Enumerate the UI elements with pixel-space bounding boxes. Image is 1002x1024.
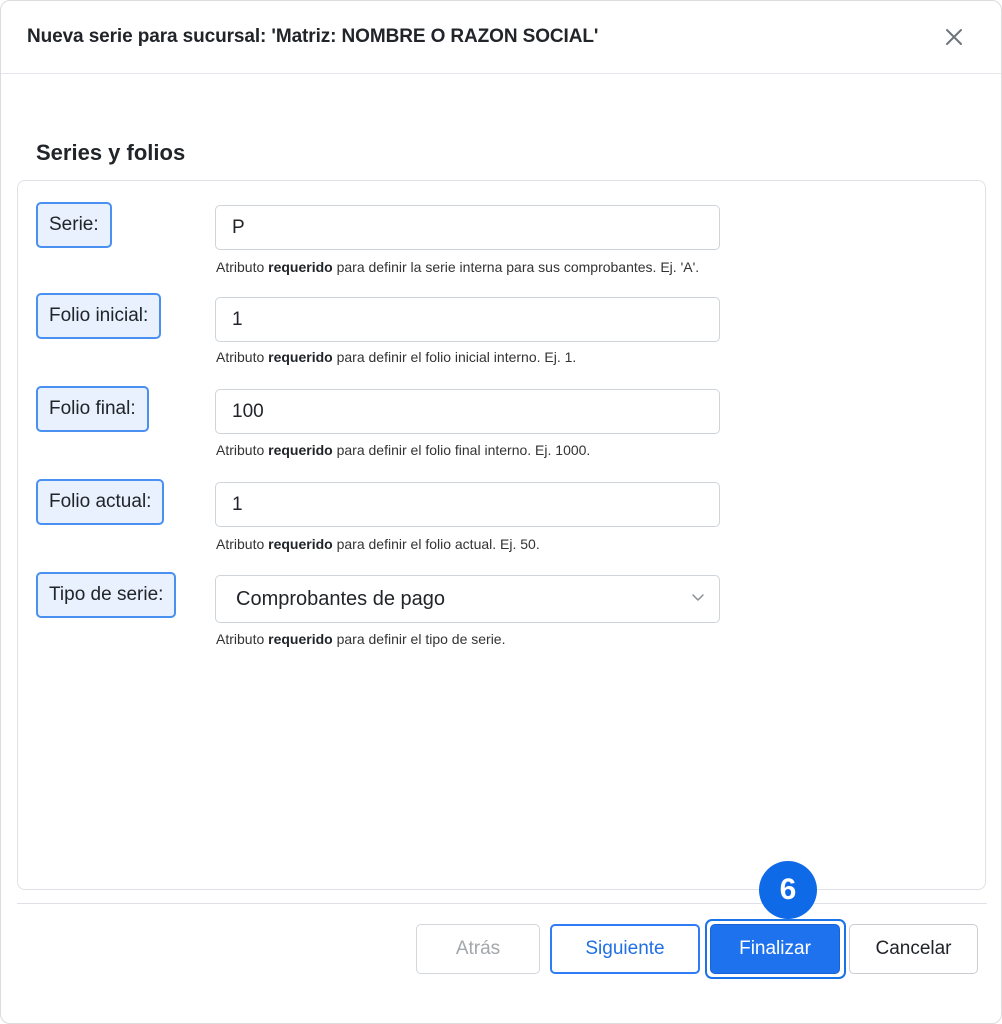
help-suffix: para definir el folio inicial interno. E… <box>332 349 577 365</box>
folio-actual-label: Folio actual: <box>36 479 165 525</box>
cancel-button[interactable]: Cancelar <box>849 924 978 974</box>
folio-actual-input[interactable] <box>215 482 720 527</box>
new-series-dialog: Nueva serie para sucursal: 'Matriz: NOMB… <box>0 0 1002 1024</box>
help-suffix: para definir el folio actual. Ej. 50. <box>332 536 540 552</box>
tipo-serie-label: Tipo de serie: <box>36 572 177 618</box>
dialog-title: Nueva serie para sucursal: 'Matriz: NOMB… <box>27 26 599 47</box>
folio-inicial-label: Folio inicial: <box>36 293 162 339</box>
help-prefix: Atributo <box>216 536 269 552</box>
help-prefix: Atributo <box>216 631 269 647</box>
next-button[interactable]: Siguiente <box>550 924 700 974</box>
help-required: requerido <box>268 349 333 365</box>
help-prefix: Atributo <box>216 259 269 275</box>
help-suffix: para definir la serie interna para sus c… <box>332 259 700 275</box>
help-suffix: para definir el tipo de serie. <box>332 631 506 647</box>
help-suffix: para definir el folio final interno. Ej.… <box>332 442 591 458</box>
chevron-down-icon <box>692 594 704 601</box>
step-number-badge: 6 <box>759 861 817 919</box>
section-title: Series y folios <box>36 140 186 165</box>
series-form-card <box>17 180 986 890</box>
help-required: requerido <box>268 442 333 458</box>
folio-inicial-input[interactable] <box>215 297 720 342</box>
close-button[interactable] <box>937 22 971 52</box>
help-required: requerido <box>268 259 333 275</box>
folio-actual-help-text: Atributo requerido para definir el folio… <box>216 536 540 552</box>
tipo-serie-help-text: Atributo requerido para definir el tipo … <box>216 631 505 647</box>
back-button[interactable]: Atrás <box>416 924 540 974</box>
tipo-serie-selected-value: Comprobantes de pago <box>236 587 446 610</box>
close-icon <box>946 29 962 45</box>
folio-inicial-help-text: Atributo requerido para definir el folio… <box>216 349 576 365</box>
folio-final-label: Folio final: <box>36 386 149 432</box>
serie-input[interactable] <box>215 205 720 250</box>
dialog-header: Nueva serie para sucursal: 'Matriz: NOMB… <box>1 1 1001 74</box>
footer-divider <box>17 903 987 904</box>
help-required: requerido <box>268 536 333 552</box>
tipo-serie-select[interactable]: Comprobantes de pago <box>215 575 720 623</box>
serie-label: Serie: <box>36 202 112 248</box>
finish-button[interactable]: Finalizar <box>710 924 840 974</box>
help-required: requerido <box>268 631 333 647</box>
folio-final-input[interactable] <box>215 389 720 434</box>
help-prefix: Atributo <box>216 349 269 365</box>
help-prefix: Atributo <box>216 442 269 458</box>
serie-help-text: Atributo requerido para definir la serie… <box>216 259 699 275</box>
folio-final-help-text: Atributo requerido para definir el folio… <box>216 442 590 458</box>
